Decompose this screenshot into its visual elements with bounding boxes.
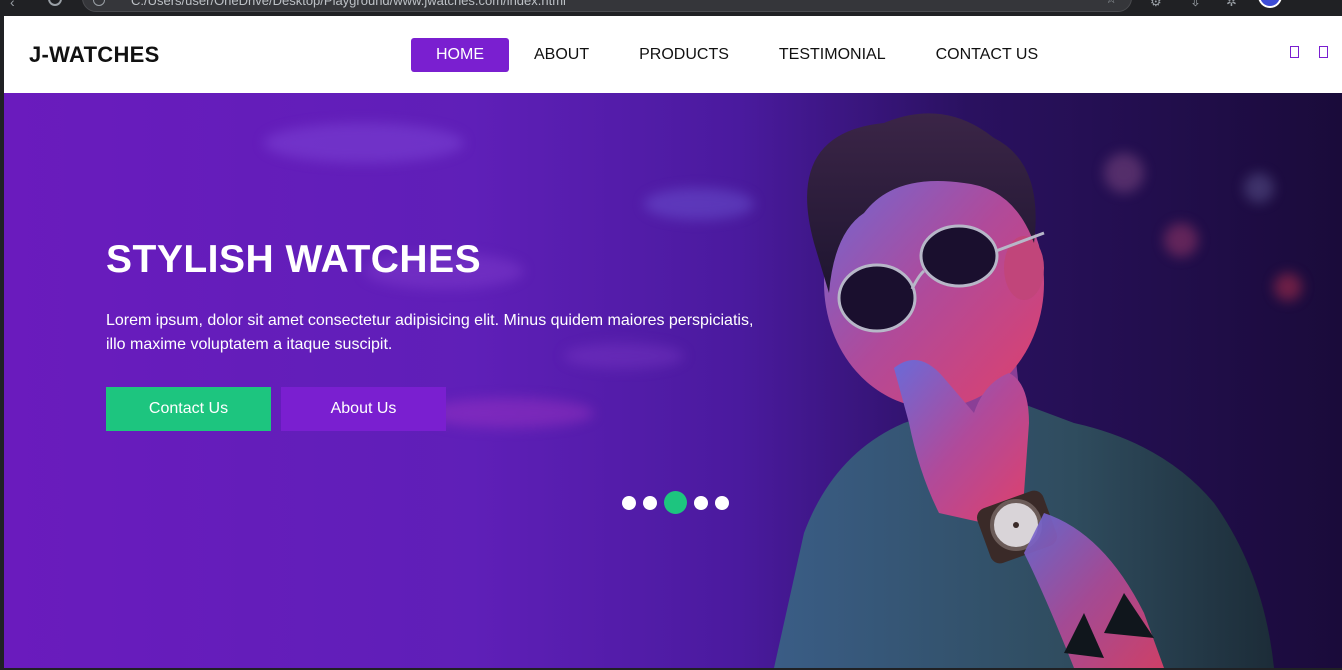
- nav-item-about[interactable]: ABOUT: [509, 38, 614, 72]
- reload-icon[interactable]: [48, 0, 62, 6]
- slider-dot[interactable]: [622, 495, 636, 510]
- nav-item-testimonial[interactable]: TESTIMONIAL: [754, 38, 911, 72]
- site-header: J-WATCHES HOME ABOUT PRODUCTS TESTIMONIA…: [4, 16, 1342, 93]
- nav-item-contact[interactable]: CONTACT US: [911, 38, 1064, 72]
- main-nav: HOME ABOUT PRODUCTS TESTIMONIAL CONTACT …: [411, 38, 1063, 72]
- site-logo[interactable]: J-WATCHES: [29, 42, 160, 68]
- about-us-button[interactable]: About Us: [281, 387, 446, 431]
- settings-icon[interactable]: ✲: [1226, 0, 1237, 10]
- nav-item-products[interactable]: PRODUCTS: [614, 38, 754, 72]
- cart-icon[interactable]: [1319, 46, 1328, 58]
- search-icon[interactable]: [1290, 46, 1299, 58]
- hero-section: STYLISH WATCHES Lorem ipsum, dolor sit a…: [4, 93, 1342, 668]
- address-text: C:/Users/user/OneDrive/Desktop/Playgroun…: [131, 0, 566, 8]
- contact-us-button[interactable]: Contact Us: [106, 387, 271, 431]
- bokeh-light: [264, 123, 464, 163]
- slider-dot[interactable]: [643, 495, 657, 510]
- hero-title: STYLISH WATCHES: [106, 238, 482, 281]
- slider-pagination: [622, 491, 729, 514]
- webpage: J-WATCHES HOME ABOUT PRODUCTS TESTIMONIA…: [4, 16, 1342, 668]
- hero-model-image: [774, 113, 1274, 668]
- address-bar[interactable]: C:/Users/user/OneDrive/Desktop/Playgroun…: [82, 0, 1132, 12]
- bookmark-star-icon[interactable]: ☆: [1105, 0, 1117, 7]
- bokeh-light: [644, 188, 754, 220]
- hero-description: Lorem ipsum, dolor sit amet consectetur …: [106, 312, 754, 353]
- back-icon[interactable]: ‹: [10, 0, 15, 10]
- bokeh-light: [424, 398, 594, 428]
- profile-avatar[interactable]: [1258, 0, 1282, 8]
- slider-dot[interactable]: [715, 495, 729, 510]
- info-icon[interactable]: [93, 0, 105, 6]
- slider-dot-active[interactable]: [664, 491, 687, 514]
- download-icon[interactable]: ⇩: [1190, 0, 1201, 10]
- browser-toolbar: ‹ C:/Users/user/OneDrive/Desktop/Playgro…: [0, 0, 1342, 16]
- slider-dot[interactable]: [694, 495, 708, 510]
- nav-item-home[interactable]: HOME: [411, 38, 509, 72]
- extensions-icon[interactable]: ⚙: [1150, 0, 1162, 10]
- header-icons: [1290, 46, 1328, 58]
